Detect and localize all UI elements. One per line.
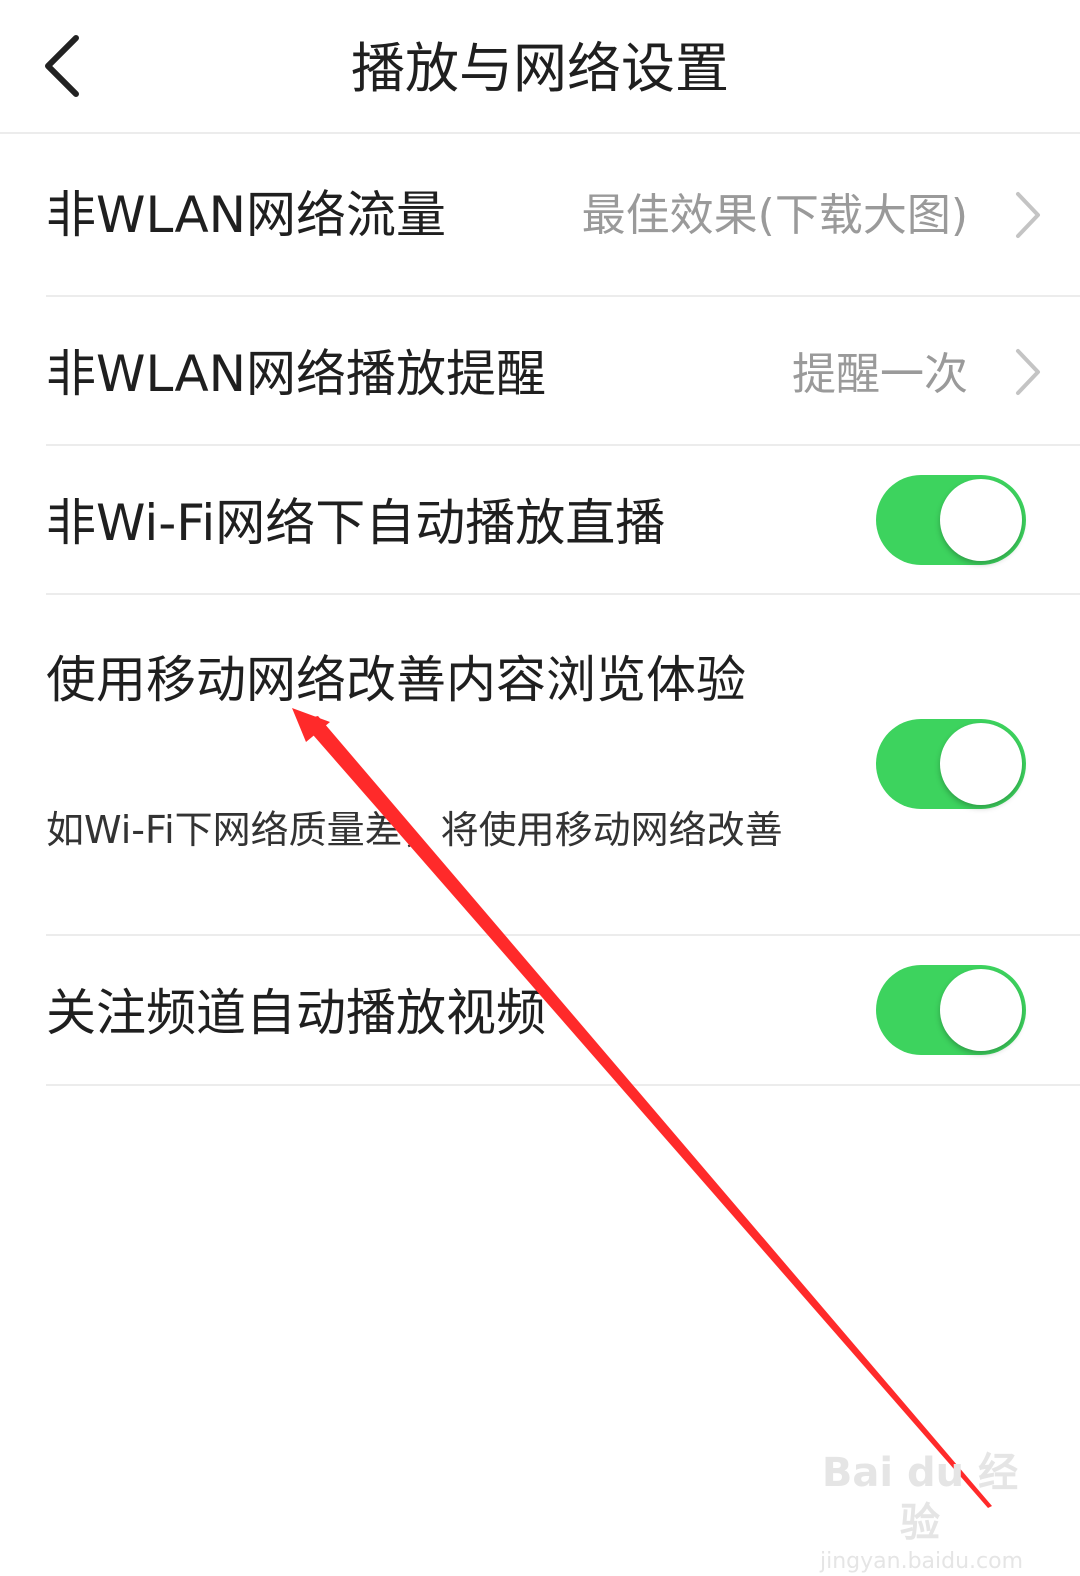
setting-autoplay-live-non-wifi: 非Wi-Fi网络下自动播放直播 bbox=[46, 446, 1080, 594]
setting-mobile-network-improve: 使用移动网络改善内容浏览体验 如Wi-Fi下网络质量差，将使用移动网络改善 bbox=[46, 595, 1080, 935]
chevron-right-icon bbox=[1016, 192, 1040, 238]
watermark-logo: Bai du 经验 bbox=[821, 1450, 1019, 1546]
toggle-knob bbox=[940, 969, 1022, 1051]
toggle-knob bbox=[940, 479, 1022, 561]
toggle-switch[interactable] bbox=[876, 475, 1026, 565]
setting-label: 非WLAN网络流量 bbox=[46, 186, 447, 244]
divider bbox=[46, 1084, 1080, 1086]
setting-label: 使用移动网络改善内容浏览体验 bbox=[46, 651, 746, 709]
setting-value: 最佳效果(下载大图) bbox=[581, 190, 968, 241]
top-bar: 播放与网络设置 bbox=[0, 0, 1080, 134]
watermark-url: jingyan.baidu.com bbox=[820, 1549, 1024, 1574]
setting-label: 非WLAN网络播放提醒 bbox=[46, 345, 547, 403]
toggle-switch[interactable] bbox=[876, 719, 1026, 809]
toggle-knob bbox=[940, 723, 1022, 805]
setting-label: 关注频道自动播放视频 bbox=[46, 984, 546, 1042]
chevron-right-icon bbox=[1016, 349, 1040, 395]
setting-label: 非Wi-Fi网络下自动播放直播 bbox=[46, 494, 666, 552]
setting-value: 提醒一次 bbox=[792, 349, 968, 400]
setting-description: 如Wi-Fi下网络质量差，将使用移动网络改善 bbox=[46, 808, 783, 852]
setting-followed-channel-autoplay: 关注频道自动播放视频 bbox=[46, 936, 1080, 1084]
toggle-switch[interactable] bbox=[876, 965, 1026, 1055]
watermark: Bai du 经验 jingyan.baidu.com bbox=[820, 1448, 1024, 1576]
setting-non-wlan-play-reminder[interactable]: 非WLAN网络播放提醒 提醒一次 bbox=[46, 297, 1080, 445]
page-title: 播放与网络设置 bbox=[351, 37, 729, 100]
setting-non-wlan-traffic[interactable]: 非WLAN网络流量 最佳效果(下载大图) bbox=[46, 134, 1080, 296]
